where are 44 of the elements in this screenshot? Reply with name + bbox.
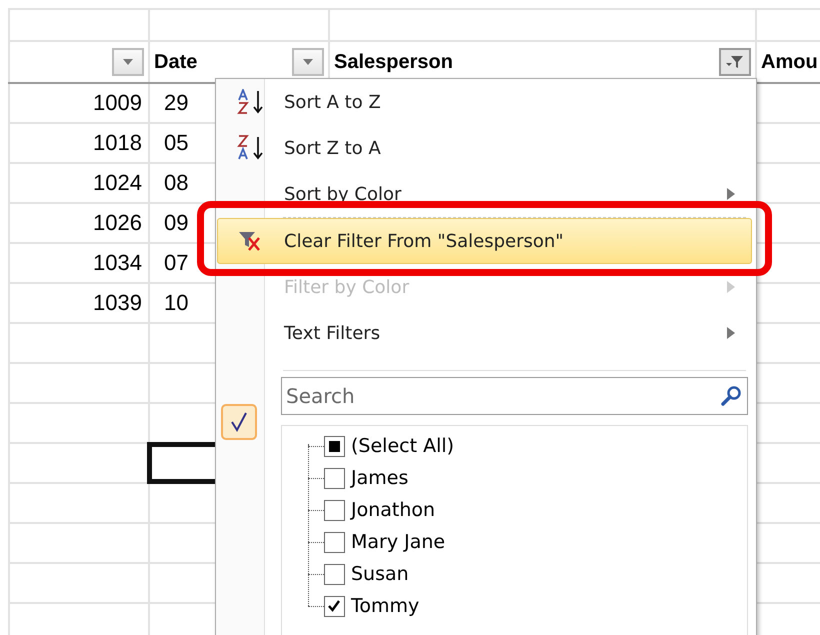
checkbox[interactable] — [324, 564, 345, 584]
menu-item[interactable]: Text Filters — [217, 310, 752, 356]
checkbox[interactable] — [324, 500, 345, 520]
menu-item[interactable]: Sort A to Z — [217, 79, 752, 125]
table-cell: 1018 — [93, 130, 142, 156]
table-cell: 1039 — [93, 290, 142, 316]
table-cell: 10 — [164, 290, 188, 316]
table-cell: 05 — [164, 130, 188, 156]
table-cell: 1009 — [93, 90, 142, 116]
caret-icon — [303, 59, 313, 65]
checkbox[interactable] — [324, 532, 345, 552]
value-label: Jonathon — [351, 499, 436, 521]
checkbox[interactable] — [324, 596, 345, 616]
checkbox[interactable] — [324, 436, 345, 456]
value-label: Mary Jane — [351, 531, 446, 553]
submenu-arrow-icon — [727, 281, 735, 293]
table-cell: 29 — [164, 90, 188, 116]
menu-item[interactable]: Clear Filter From "Salesperson" — [217, 218, 752, 264]
column-header: Amou — [761, 50, 819, 74]
table-cell: 1026 — [93, 210, 142, 236]
check-icon — [221, 404, 257, 440]
table-cell: 09 — [164, 210, 188, 236]
filter-dropdown-button[interactable] — [292, 48, 324, 76]
search-icon — [720, 385, 742, 407]
column-header: Salesperson — [334, 50, 454, 74]
value-label: Tommy — [351, 595, 420, 617]
search-field[interactable]: Search — [281, 377, 748, 415]
caret-icon — [123, 59, 133, 65]
menu-item[interactable]: Sort Z to A — [217, 125, 752, 171]
column-header: Date — [154, 50, 198, 74]
table-cell: 08 — [164, 170, 188, 196]
submenu-arrow-icon — [727, 327, 735, 339]
filter-active-button[interactable] — [719, 48, 751, 76]
value-label: James — [351, 467, 408, 489]
checkmark-icon — [327, 598, 341, 612]
value-label: Susan — [351, 563, 409, 585]
table-cell: 07 — [164, 250, 188, 276]
filter-dropdown-button[interactable] — [112, 48, 144, 76]
checkbox[interactable] — [324, 468, 345, 488]
table-cell: 1034 — [93, 250, 142, 276]
value-label: (Select All) — [351, 435, 454, 457]
filter-icon — [726, 55, 744, 69]
table-cell: 1024 — [93, 170, 142, 196]
submenu-arrow-icon — [727, 188, 735, 200]
